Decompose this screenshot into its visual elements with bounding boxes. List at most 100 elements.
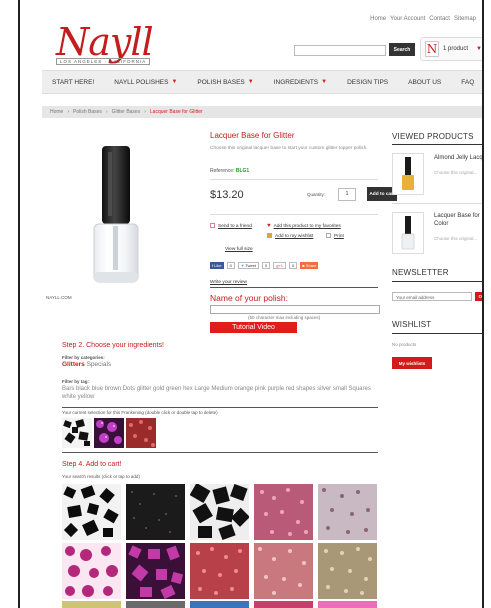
selected-ingredient-black-glitter[interactable] [62, 418, 92, 448]
tutorial-video-button[interactable]: Tutorial Video [210, 322, 297, 333]
view-full-size-link[interactable]: View full size [210, 246, 253, 252]
newsletter-ok-button[interactable]: Ok [475, 292, 482, 301]
filter-category-label: Filter by categories: [62, 355, 105, 360]
facebook-like-button[interactable]: f Like [210, 262, 224, 269]
breadcrumb-polish-bases[interactable]: Polish Bases [73, 109, 102, 115]
divider [392, 281, 482, 282]
add-wishlist-link[interactable]: Add to my wishlist [267, 233, 313, 239]
polish-name-label: Name of your polish: [210, 293, 288, 303]
printer-icon [326, 233, 331, 238]
newsletter-title: NEWSLETTER [392, 268, 449, 277]
add-favorites-link[interactable]: ♥ Add this product to my favorites [267, 223, 341, 229]
like-label: Like [214, 263, 222, 268]
breadcrumb-home[interactable]: Home [50, 109, 63, 115]
nav-faq[interactable]: FAQ [451, 78, 482, 86]
plus-count: 0 [289, 262, 298, 269]
tweet-label: Tweet [245, 263, 256, 268]
share-label: Share [305, 263, 317, 268]
zoom-icon [210, 246, 222, 251]
tag-cloud[interactable]: Bars black blue brown Dots glitter gold … [62, 385, 377, 401]
viewed-product-name[interactable]: Almond Jelly Lacquer [434, 154, 482, 162]
top-link-account[interactable]: Your Account [390, 16, 425, 22]
search-input[interactable] [294, 45, 386, 56]
nav-ingredients[interactable]: INGREDIENTS ▼ [264, 79, 337, 86]
result-magenta-dots[interactable] [62, 543, 121, 599]
reference-value: BLG1 [235, 168, 250, 174]
top-link-home[interactable]: Home [370, 16, 386, 22]
base-bottle-image [401, 216, 415, 250]
selected-ingredient-purple-glitter[interactable] [94, 418, 124, 448]
tweet-button[interactable]: ✦ Tweet [237, 262, 259, 269]
divider [392, 333, 482, 334]
result-black-fine-glitter[interactable] [126, 484, 185, 540]
result-black-large-glitter[interactable] [190, 484, 249, 540]
heart-icon: ♥ [267, 223, 271, 229]
logo-tagline: LOS ANGELES · CALIFORNIA [56, 58, 151, 65]
divider [210, 179, 378, 180]
google-plus-button[interactable]: g +1 [273, 262, 287, 269]
print-link[interactable]: Print [326, 233, 344, 239]
nav-nayll-polishes[interactable]: NAYLL POLISHES ▼ [104, 79, 187, 86]
selection-label: Your current selection for this Frankeni… [62, 410, 218, 415]
result-rose-glitter[interactable] [254, 543, 313, 599]
breadcrumb-separator: › [144, 109, 146, 115]
quantity-label: Quantity: [307, 192, 326, 197]
envelope-icon [210, 223, 215, 228]
add-wishlist-label: Add to my wishlist [275, 233, 314, 239]
result-red-glitter[interactable] [190, 543, 249, 599]
product-title: Lacquer Base for Glitter [210, 131, 295, 140]
viewed-product-thumb[interactable] [392, 153, 424, 195]
top-link-contact[interactable]: Contact [429, 16, 450, 22]
my-wishlists-button[interactable]: My wishlists [392, 357, 432, 369]
result-black-hex-glitter[interactable] [62, 484, 121, 540]
nav-label: POLISH BASES [197, 78, 245, 86]
result-pink-glitter[interactable] [254, 484, 313, 540]
nav-label: DESIGN TIPS [347, 78, 389, 86]
add-favorites-label: Add this product to my favorites [273, 223, 341, 229]
viewed-product-name[interactable]: Lacquer Base for Color [434, 212, 482, 228]
result-purple-hex-glitter[interactable] [126, 543, 185, 599]
nav-about-us[interactable]: ABOUT US [398, 79, 451, 86]
nav-design-tips[interactable]: DESIGN TIPS [337, 79, 398, 86]
breadcrumb-separator: › [67, 109, 70, 115]
nav-label: FAQ [461, 78, 475, 86]
write-review-link[interactable]: Write your review [210, 280, 247, 285]
filter-tag-label: Filter by tag: [62, 379, 90, 384]
divider [392, 203, 482, 204]
like-count: 0 [226, 262, 235, 269]
page-frame: Home Your Account Contact Sitemap Nayll … [18, 0, 484, 608]
plus-label: +1 [278, 263, 284, 268]
divider [392, 144, 482, 145]
breadcrumb-glitter-bases[interactable]: Glitter Bases [112, 109, 141, 115]
wishlist-empty-text: No products [392, 342, 417, 347]
category-glitters[interactable]: Glitters [62, 361, 85, 368]
viewed-product-thumb[interactable] [392, 212, 424, 254]
tweet-count: 0 [261, 262, 271, 269]
cart-widget[interactable]: N 1 product ▼ [420, 37, 482, 61]
facebook-icon: f [212, 263, 214, 268]
newsletter-email-input[interactable]: Your email address [392, 292, 472, 301]
site-logo[interactable]: Nayll LOS ANGELES · CALIFORNIA [48, 20, 168, 66]
product-image[interactable]: NAYLL.COM [42, 132, 200, 300]
chevron-down-icon: ▼ [321, 79, 328, 85]
quantity-input[interactable]: 1 [338, 188, 356, 201]
selected-ingredient-red-glitter[interactable] [126, 418, 156, 448]
search-button[interactable]: Search [389, 43, 415, 56]
share-button[interactable]: ■ Share [300, 262, 319, 269]
result-gold-glitter[interactable] [318, 543, 377, 599]
nav-polish-bases[interactable]: POLISH BASES ▼ [187, 79, 263, 86]
divider [62, 452, 378, 453]
divider [210, 287, 378, 288]
polish-name-input[interactable] [210, 305, 380, 314]
nav-start-here[interactable]: START HERE! [42, 79, 104, 86]
category-specials[interactable]: Specials [87, 361, 112, 368]
chevron-down-icon: ▼ [171, 79, 178, 85]
top-link-sitemap[interactable]: Sitemap [454, 16, 476, 22]
results-label: Your search results (click or tap to add… [62, 474, 140, 479]
send-to-friend-label: Send to a friend [218, 223, 252, 229]
send-to-friend-link[interactable]: Send to a friend [210, 223, 252, 229]
social-buttons: f Like 0 ✦ Tweet 0 g +1 0 ■ Share [210, 262, 319, 269]
chevron-down-icon: ▼ [247, 79, 254, 85]
results-row-partial [62, 601, 377, 608]
result-silver-pink-glitter[interactable] [318, 484, 377, 540]
